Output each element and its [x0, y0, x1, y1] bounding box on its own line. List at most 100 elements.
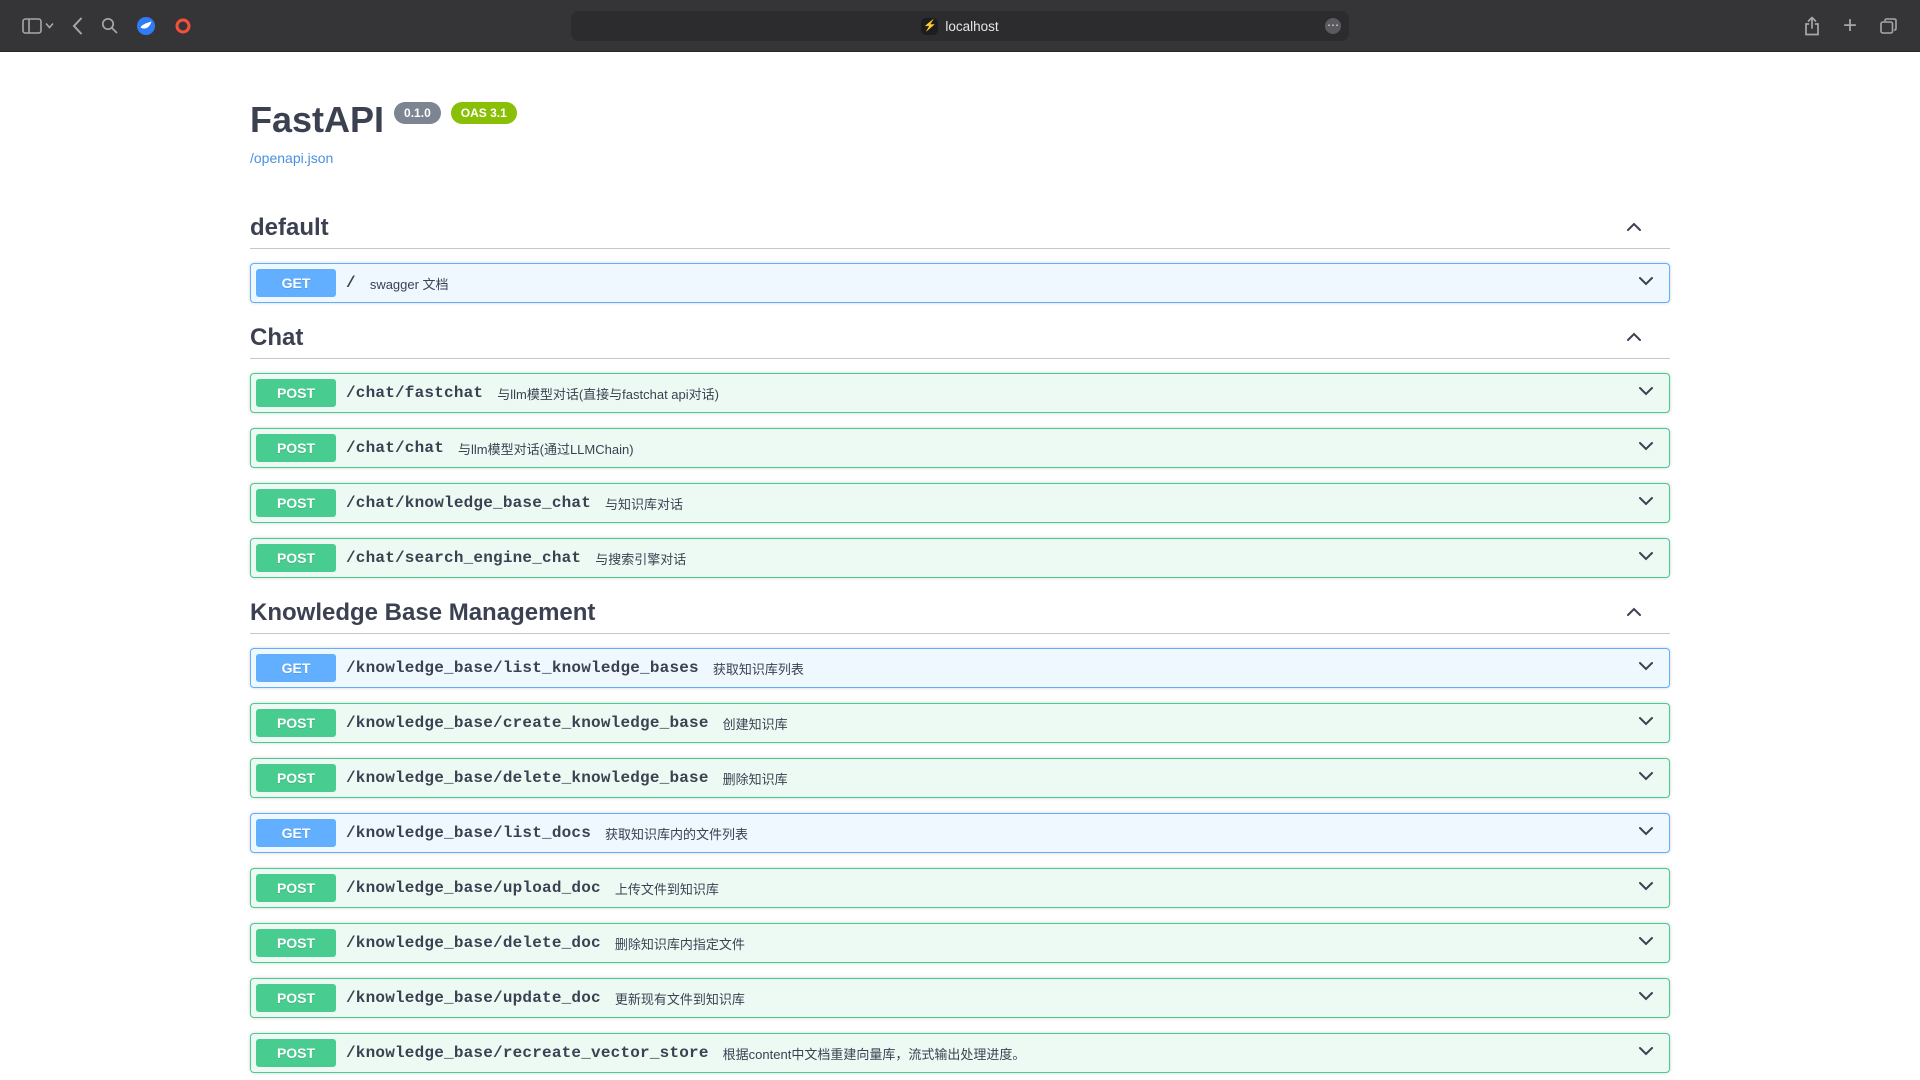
extension-blue-button[interactable]: [130, 10, 162, 42]
operation-row[interactable]: POST /knowledge_base/delete_doc 删除知识库内指定…: [250, 923, 1670, 963]
section-header[interactable]: Chat: [250, 318, 1670, 359]
expand-operation-button[interactable]: [1636, 271, 1656, 296]
section-title: default: [250, 214, 329, 242]
site-favicon-icon: ⚡: [921, 18, 938, 35]
expand-operation-button[interactable]: [1636, 656, 1656, 681]
share-button[interactable]: [1797, 10, 1827, 42]
operation-path: /knowledge_base/list_docs: [336, 824, 601, 842]
operation-description: 更新现有文件到知识库: [611, 989, 745, 1008]
api-info: FastAPI 0.1.0 OAS 3.1 /openapi.json: [250, 52, 1670, 168]
chevron-down-icon: [1636, 766, 1656, 791]
operation-path: /chat/knowledge_base_chat: [336, 494, 601, 512]
api-section: Chat POST /chat/fastchat 与llm模型对话(直接与fas…: [250, 318, 1670, 578]
page-title: FastAPI 0.1.0 OAS 3.1: [250, 98, 1670, 141]
search-icon: [101, 17, 118, 34]
operation-row[interactable]: POST /knowledge_base/recreate_vector_sto…: [250, 1033, 1670, 1073]
method-badge: GET: [256, 819, 336, 847]
operation-path: /knowledge_base/recreate_vector_store: [336, 1044, 719, 1062]
address-bar[interactable]: ⚡ localhost ⋯: [571, 11, 1349, 41]
method-badge: POST: [256, 764, 336, 792]
url-text: localhost: [945, 19, 998, 34]
operation-path: /chat/search_engine_chat: [336, 549, 591, 567]
openapi-spec-link[interactable]: /openapi.json: [250, 150, 333, 166]
expand-operation-button[interactable]: [1636, 821, 1656, 846]
new-tab-button[interactable]: +: [1837, 10, 1863, 42]
operation-row[interactable]: POST /chat/chat 与llm模型对话(通过LLMChain): [250, 428, 1670, 468]
tab-overview-button[interactable]: [1873, 11, 1904, 41]
operation-path: /: [336, 274, 366, 292]
chevron-down-icon: [1636, 436, 1656, 461]
chevron-down-icon: [45, 22, 54, 29]
chevron-down-icon: [1636, 876, 1656, 901]
operation-path: /knowledge_base/delete_doc: [336, 934, 611, 952]
section-operations: GET /knowledge_base/list_knowledge_bases…: [250, 634, 1670, 1073]
expand-operation-button[interactable]: [1636, 1041, 1656, 1066]
expand-operation-button[interactable]: [1636, 711, 1656, 736]
expand-operation-button[interactable]: [1636, 546, 1656, 571]
operation-description: 与知识库对话: [601, 494, 683, 513]
chevron-down-icon: [1636, 546, 1656, 571]
collapse-section-button[interactable]: [1624, 327, 1644, 350]
operation-path: /chat/fastchat: [336, 384, 493, 402]
operation-row[interactable]: POST /knowledge_base/create_knowledge_ba…: [250, 703, 1670, 743]
extension-blue-icon: [136, 16, 156, 36]
section-header[interactable]: default: [250, 208, 1670, 249]
section-title: Knowledge Base Management: [250, 599, 595, 627]
sidebar-icon: [22, 18, 42, 34]
swagger-page: FastAPI 0.1.0 OAS 3.1 /openapi.json defa…: [0, 52, 1920, 1073]
oas-badge: OAS 3.1: [451, 102, 517, 124]
operation-path: /knowledge_base/upload_doc: [336, 879, 611, 897]
expand-operation-button[interactable]: [1636, 931, 1656, 956]
share-icon: [1803, 16, 1821, 36]
expand-operation-button[interactable]: [1636, 381, 1656, 406]
method-badge: POST: [256, 434, 336, 462]
back-button[interactable]: [66, 11, 89, 41]
more-options-icon[interactable]: ⋯: [1325, 18, 1341, 34]
operation-row[interactable]: GET / swagger 文档: [250, 263, 1670, 303]
chevron-down-icon: [1636, 1041, 1656, 1066]
chevron-down-icon: [1636, 656, 1656, 681]
chevron-down-icon: [1636, 271, 1656, 296]
method-badge: POST: [256, 379, 336, 407]
operation-path: /knowledge_base/update_doc: [336, 989, 611, 1007]
extension-orange-icon: [174, 17, 192, 35]
expand-operation-button[interactable]: [1636, 876, 1656, 901]
method-badge: POST: [256, 874, 336, 902]
operation-description: 删除知识库内指定文件: [611, 934, 745, 953]
sidebar-toggle-button[interactable]: [16, 12, 60, 40]
operation-row[interactable]: POST /chat/search_engine_chat 与搜索引擎对话: [250, 538, 1670, 578]
expand-operation-button[interactable]: [1636, 986, 1656, 1011]
operation-row[interactable]: GET /knowledge_base/list_knowledge_bases…: [250, 648, 1670, 688]
api-section: Knowledge Base Management GET /knowledge…: [250, 593, 1670, 1073]
expand-operation-button[interactable]: [1636, 436, 1656, 461]
chevron-down-icon: [1636, 986, 1656, 1011]
back-icon: [72, 17, 83, 35]
operation-path: /knowledge_base/delete_knowledge_base: [336, 769, 719, 787]
section-header[interactable]: Knowledge Base Management: [250, 593, 1670, 634]
method-badge: POST: [256, 709, 336, 737]
collapse-section-button[interactable]: [1624, 602, 1644, 625]
chevron-up-icon: [1624, 335, 1644, 350]
expand-operation-button[interactable]: [1636, 491, 1656, 516]
browser-toolbar: ⚡ localhost ⋯ +: [0, 0, 1920, 52]
operation-path: /knowledge_base/create_knowledge_base: [336, 714, 719, 732]
operation-row[interactable]: POST /knowledge_base/upload_doc 上传文件到知识库: [250, 868, 1670, 908]
collapse-section-button[interactable]: [1624, 217, 1644, 240]
operation-row[interactable]: GET /knowledge_base/list_docs 获取知识库内的文件列…: [250, 813, 1670, 853]
operation-row[interactable]: POST /chat/fastchat 与llm模型对话(直接与fastchat…: [250, 373, 1670, 413]
operation-row[interactable]: POST /knowledge_base/update_doc 更新现有文件到知…: [250, 978, 1670, 1018]
operation-description: 获取知识库内的文件列表: [601, 824, 748, 843]
operation-description: 创建知识库: [719, 714, 788, 733]
method-badge: POST: [256, 544, 336, 572]
search-button[interactable]: [95, 11, 124, 40]
api-section: default GET / swagger 文档: [250, 208, 1670, 303]
operation-description: 删除知识库: [719, 769, 788, 788]
operation-row[interactable]: POST /knowledge_base/delete_knowledge_ba…: [250, 758, 1670, 798]
method-badge: GET: [256, 654, 336, 682]
operation-description: 获取知识库列表: [709, 659, 804, 678]
method-badge: POST: [256, 929, 336, 957]
operation-description: 与搜索引擎对话: [591, 549, 686, 568]
expand-operation-button[interactable]: [1636, 766, 1656, 791]
operation-row[interactable]: POST /chat/knowledge_base_chat 与知识库对话: [250, 483, 1670, 523]
extension-orange-button[interactable]: [168, 11, 198, 41]
